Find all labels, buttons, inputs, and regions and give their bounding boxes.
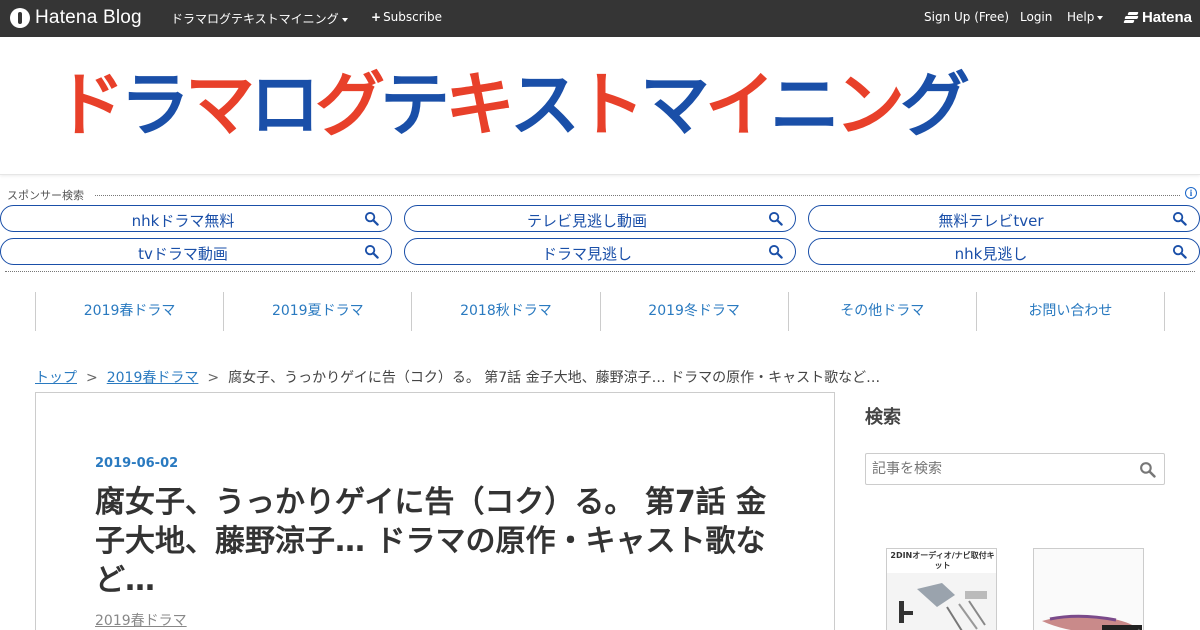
search-icon [768,211,783,226]
hatena-brand-label: Hatena [1141,9,1192,26]
article-title[interactable]: 腐女子、うっかりゲイに告（コク）る。 第7話 金子大地、藤野涼子… ドラマの原作… [95,483,795,600]
banner-letter: グ [900,64,970,146]
hatena-brand-link[interactable]: Hatena [1123,9,1192,26]
nav-item-other[interactable]: その他ドラマ [789,292,977,331]
breadcrumb-category-link[interactable]: 2019春ドラマ [107,370,199,386]
search-icon [364,211,379,226]
banner-letter: キ [445,64,515,146]
sponsor-pill-label: nhkドラマ無料 [131,212,235,230]
search-icon [364,244,379,259]
banner-letter: ラ [120,64,190,146]
sponsor-pill-label: テレビ見逃し動画 [526,212,647,230]
hatena-blog-icon [10,8,30,28]
blog-title-banner[interactable]: ドラマログテキストマイニング [55,69,1145,141]
sponsor-search-pill[interactable]: テレビ見逃し動画 [404,205,796,232]
sponsor-search-pill[interactable]: nhk見逃し [808,238,1200,265]
nav-item-contact[interactable]: お問い合わせ [977,292,1166,331]
banner-letter: ニ [770,64,840,146]
banner-letter: ド [55,64,125,146]
banner-letter: マ [640,64,710,146]
banner-letter: ン [835,64,905,146]
banner-letter: ト [575,64,645,146]
ad-image-audio-kit[interactable]: 2DINオーディオ/ナビ取付キット [886,548,997,630]
sidebar-search-box [865,453,1165,485]
search-icon [768,244,783,259]
fishing-lure-image [1034,549,1143,630]
hatena-mark-icon [1123,11,1139,25]
car-audio-kit-image [887,573,996,630]
sponsor-bottom-divider [5,271,1195,272]
sidebar-search-input[interactable] [872,461,1122,477]
article-card: 2019-06-02 腐女子、うっかりゲイに告（コク）る。 第7話 金子大地、藤… [35,392,835,630]
banner-letter: テ [380,64,450,146]
subscribe-label: Subscribe [383,10,443,24]
article-category-link[interactable]: 2019春ドラマ [95,610,187,630]
logo-text: Hatena Blog [35,7,142,28]
banner-letter: グ [315,64,385,146]
nav-item-2019-winter[interactable]: 2019冬ドラマ [601,292,789,331]
sidebar-search-heading: 検索 [865,407,901,428]
info-icon[interactable]: i [1185,187,1197,199]
banner-letter: イ [705,64,775,146]
nav-item-2018-autumn[interactable]: 2018秋ドラマ [412,292,601,331]
category-nav: 2019春ドラマ 2019夏ドラマ 2018秋ドラマ 2019冬ドラマ その他ド… [35,292,1166,331]
login-link[interactable]: Login [1020,10,1052,24]
sponsor-search-pill[interactable]: 無料テレビtver [808,205,1200,232]
breadcrumb: トップ >2019春ドラマ > 腐女子、うっかりゲイに告（コク）る。 第7話 金子大地… [35,367,935,387]
sponsor-divider [95,195,1180,196]
banner-letter: ス [510,64,580,146]
top-bar: Hatena Blog ドラマログテキストマイニング + Subscribe Si… [0,0,1200,37]
breadcrumb-current: 腐女子、うっかりゲイに告（コク）る。 第7話 金子大地、藤野涼子… ドラマの原作… [228,370,881,386]
chevron-down-icon [1097,15,1104,20]
breadcrumb-separator: > [86,370,98,386]
sponsor-pill-label: 無料テレビtver [938,212,1044,230]
sponsor-search-pill[interactable]: ドラマ見逃し [404,238,796,265]
ad-image-fishing-lure[interactable] [1033,548,1144,630]
search-icon[interactable] [1139,461,1156,478]
sponsor-label: スポンサー検索 [7,187,88,203]
plus-icon: + [371,10,382,24]
banner-letter: マ [185,64,255,146]
help-dropdown[interactable]: Help [1067,10,1104,24]
nav-item-2019-summer[interactable]: 2019夏ドラマ [224,292,413,331]
sponsor-pill-label: ドラマ見逃し [541,245,632,263]
blog-header: ドラマログテキストマイニング [0,37,1200,175]
hatena-blog-logo[interactable]: Hatena Blog [10,7,142,29]
blog-menu-dropdown[interactable]: ドラマログテキストマイニング [171,10,348,27]
blog-menu-label: ドラマログテキストマイニング [171,12,339,26]
help-label: Help [1067,10,1095,24]
nav-item-2019-spring[interactable]: 2019春ドラマ [36,292,225,331]
chevron-down-icon [341,17,348,22]
search-icon [1172,211,1187,226]
article-date[interactable]: 2019-06-02 [95,456,178,471]
sponsor-pill-label: tvドラマ動画 [138,245,228,263]
subscribe-button[interactable]: + Subscribe [371,10,442,24]
sponsor-search-pill[interactable]: tvドラマ動画 [0,238,392,265]
sponsor-pill-label: nhk見逃し [954,245,1028,263]
breadcrumb-separator: > [207,370,220,386]
sponsor-search-pill[interactable]: nhkドラマ無料 [0,205,392,232]
breadcrumb-top-link[interactable]: トップ [35,370,77,386]
search-icon [1172,244,1187,259]
signup-link[interactable]: Sign Up (Free) [924,10,1009,24]
banner-letter: ロ [250,64,320,146]
